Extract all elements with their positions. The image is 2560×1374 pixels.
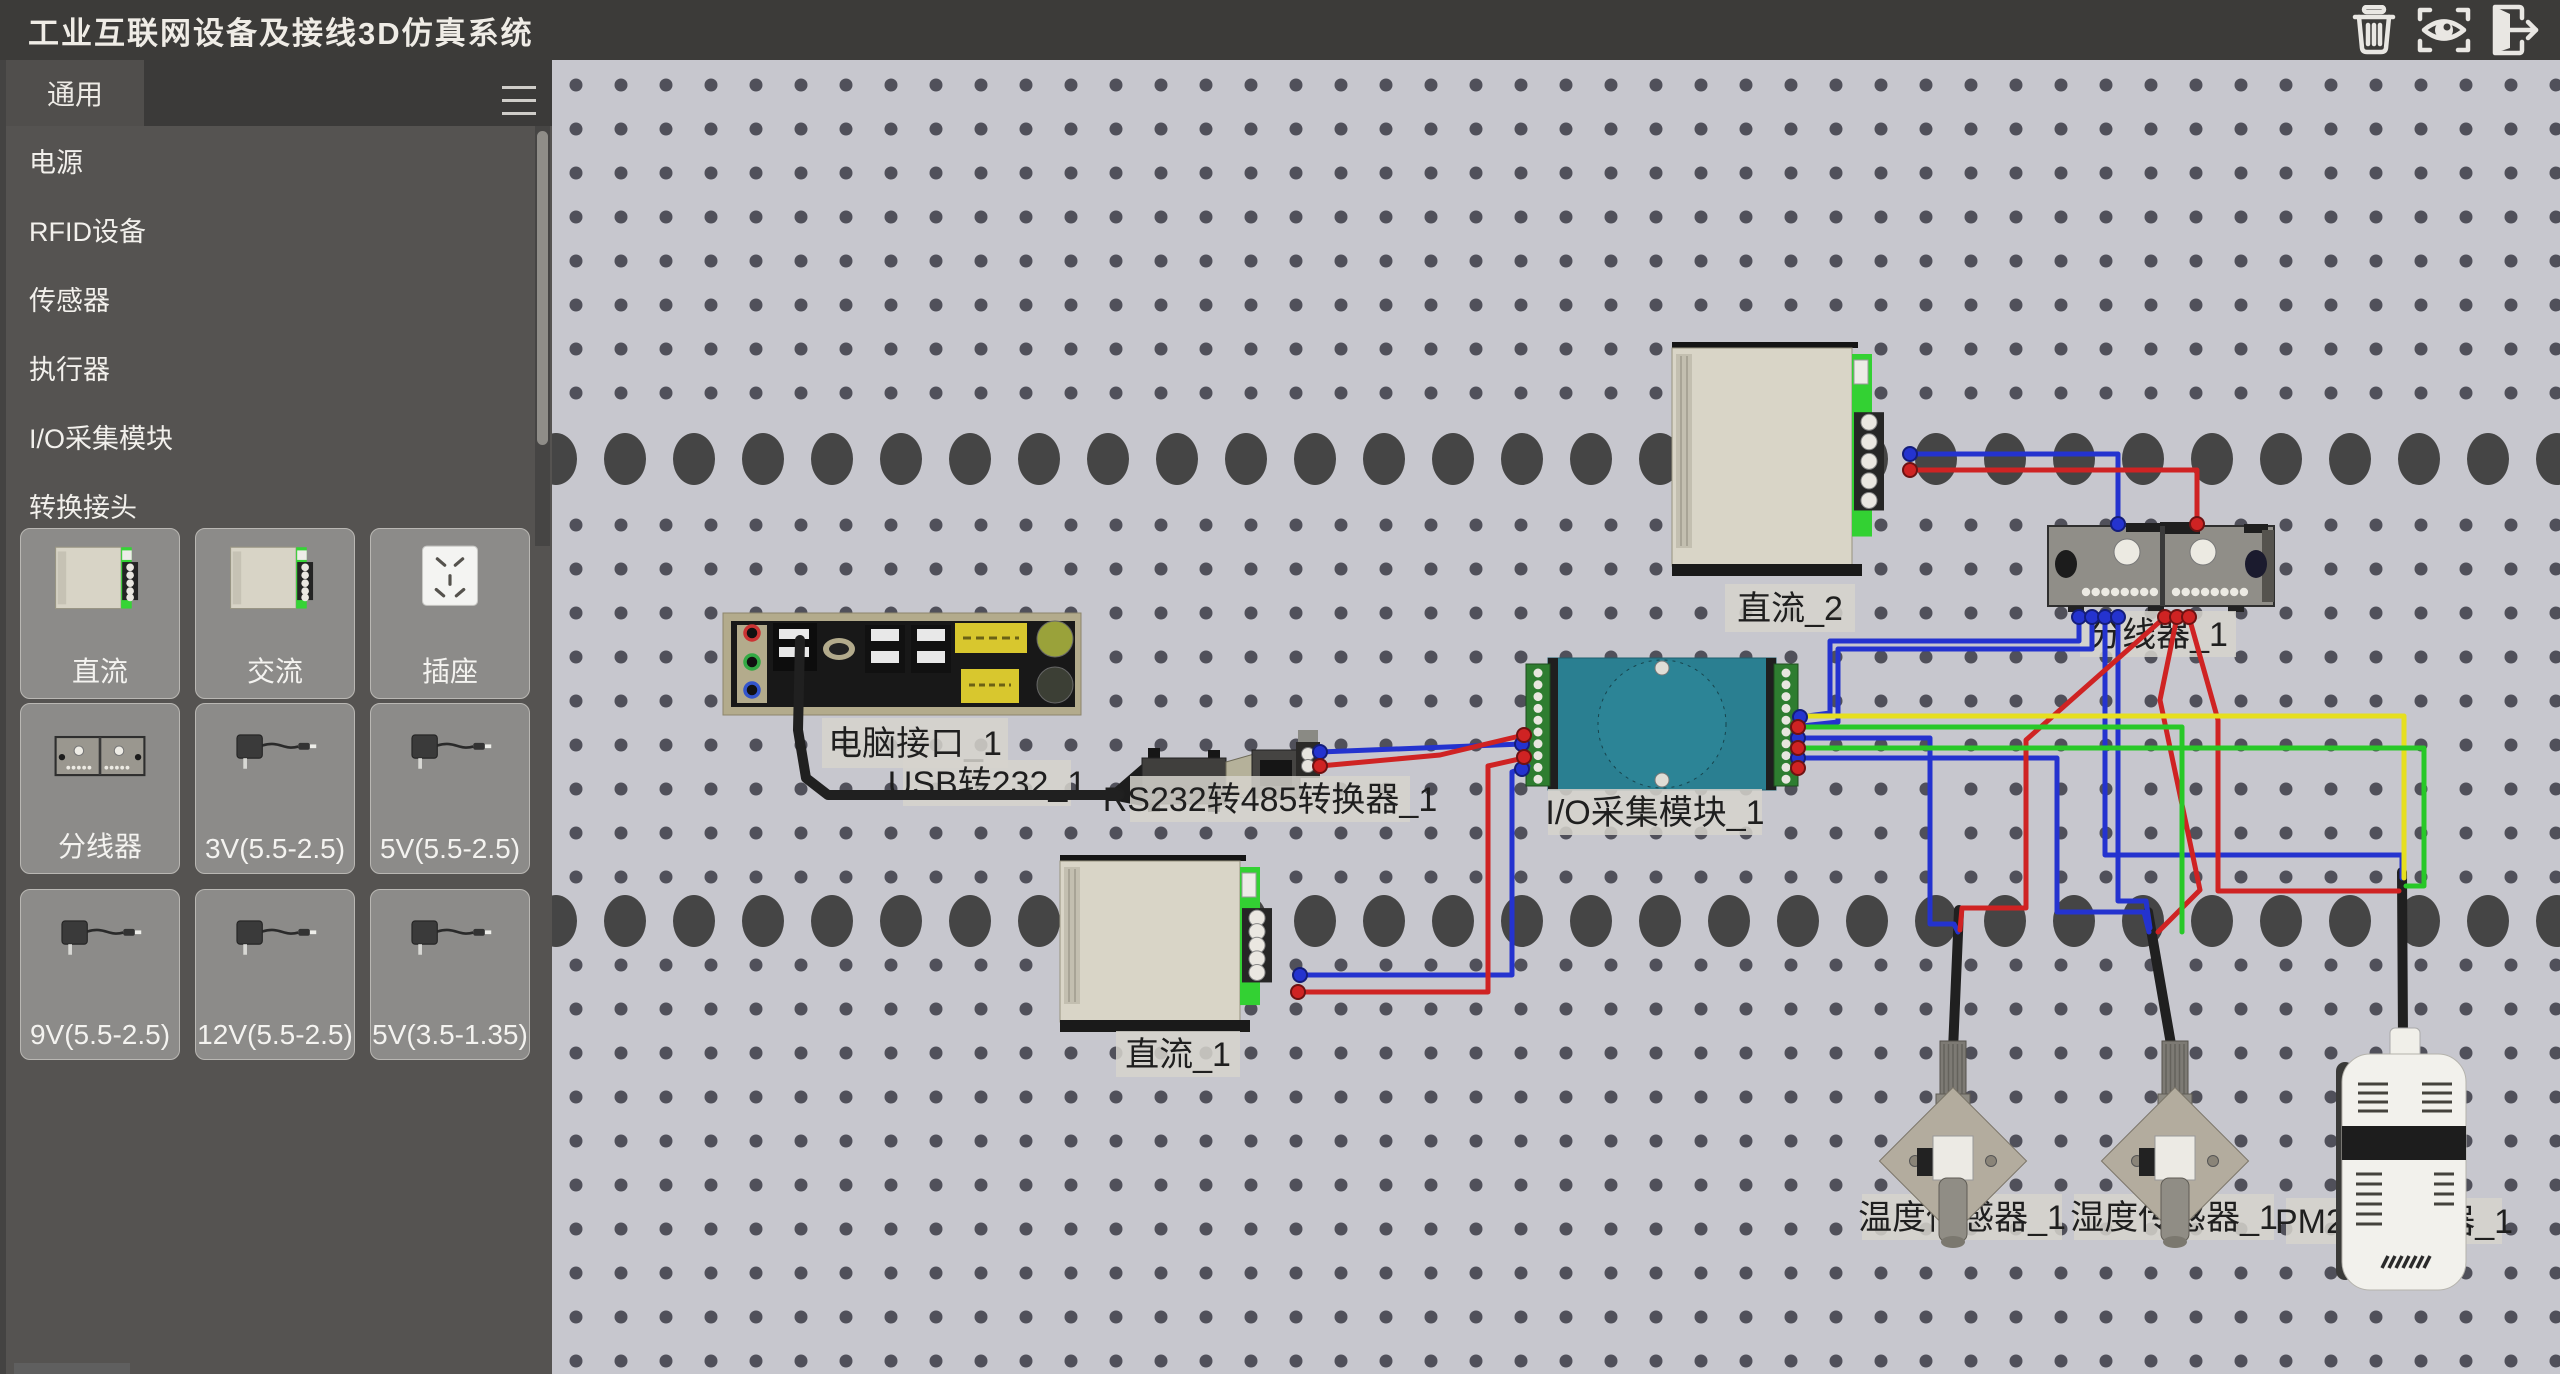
adapter-thumb-icon <box>45 904 155 983</box>
device-dc-psu-2[interactable] <box>1672 342 1884 576</box>
sidebar: 通用 电源RFID设备传感器执行器I/O采集模块转换接头 直流交流插座分线器3V… <box>0 60 552 1374</box>
palette-card-label: 5V(3.5-1.35) <box>371 1019 529 1051</box>
connector-dot-red <box>1791 741 1805 755</box>
connector-dot-blue <box>2098 610 2112 624</box>
device-label-text: 电脑接口_1 <box>828 725 1002 763</box>
palette-card-adapter-8[interactable]: 5V(3.5-1.35) <box>370 889 530 1060</box>
connector-dot-red <box>2182 610 2196 624</box>
connector-dot-red <box>1791 720 1805 734</box>
device-label-text: 直流_2 <box>1737 590 1843 628</box>
connector-dot-blue <box>1293 968 1307 982</box>
adapter-thumb-icon <box>220 904 330 983</box>
adapter-thumb-icon <box>395 718 505 797</box>
device-io-module-4[interactable] <box>1526 658 1798 790</box>
workspace-canvas[interactable]: 直流_2电脑接口_1USB转232_1RS232转485转换器_1I/O采集模块… <box>552 60 2560 1374</box>
wire-red-14[interactable] <box>2189 617 2399 891</box>
cable-3[interactable] <box>2402 872 2403 1040</box>
device-pc-panel-0[interactable] <box>723 613 1081 715</box>
palette-card-adapter-6[interactable]: 9V(5.5-2.5) <box>20 889 180 1060</box>
palette-card-label: 交流 <box>196 650 354 690</box>
connector-dot-red <box>1791 761 1805 775</box>
device-label-text: I/O采集模块_1 <box>1545 794 1764 832</box>
palette-card-label: 直流 <box>21 650 179 690</box>
connector-dot-red <box>2190 517 2204 531</box>
app-window: 工业互联网设备及接线3D仿真系统 <box>0 0 2560 1374</box>
palette-card-label: 9V(5.5-2.5) <box>21 1019 179 1051</box>
palette-card-splitter-3[interactable]: 分线器 <box>20 703 180 874</box>
wire-blue-6[interactable] <box>2118 617 2150 928</box>
device-splitter-5[interactable] <box>2048 522 2274 612</box>
psu-thumb-icon <box>45 543 155 622</box>
palette-card-psu-0[interactable]: 直流 <box>20 528 180 699</box>
adapter-thumb-icon <box>395 904 505 983</box>
device-palette: 直流交流插座分线器 3V(5.5-2.5) 5V(5.5-2.5) 9V(5.5-2.… <box>6 60 552 1374</box>
toolbar-icons <box>2346 0 2542 60</box>
connector-dot-blue <box>2085 610 2099 624</box>
view-icon[interactable] <box>2416 5 2472 55</box>
splitter-thumb-icon <box>45 718 155 797</box>
palette-card-psu-1[interactable]: 交流 <box>195 528 355 699</box>
wire-red-13[interactable] <box>2158 617 2200 932</box>
device-label-text: RS232转485转换器_1 <box>1103 781 1438 819</box>
top-bar: 工业互联网设备及接线3D仿真系统 <box>0 0 2560 60</box>
connector-dot-red <box>1313 759 1327 773</box>
socket-thumb-icon <box>395 543 505 622</box>
connector-dot-red <box>1291 985 1305 999</box>
wire-blue-4[interactable] <box>1802 617 2092 726</box>
connector-dot-blue <box>1903 447 1917 461</box>
delete-icon[interactable] <box>2346 5 2402 55</box>
connector-dot-red <box>1903 463 1917 477</box>
device-dc-psu-3[interactable] <box>1060 855 1272 1032</box>
connector-dot-red <box>1517 750 1531 764</box>
connector-dot-blue <box>2072 610 2086 624</box>
palette-card-adapter-5[interactable]: 5V(5.5-2.5) <box>370 703 530 874</box>
palette-card-socket-2[interactable]: 插座 <box>370 528 530 699</box>
adapter-thumb-icon <box>220 718 330 797</box>
connector-dot-red <box>1517 728 1531 742</box>
device-label-text: 直流_1 <box>1125 1036 1231 1074</box>
palette-card-label: 5V(5.5-2.5) <box>371 833 529 865</box>
palette-card-label: 分线器 <box>21 825 179 865</box>
palette-card-label: 3V(5.5-2.5) <box>196 833 354 865</box>
connector-dot-blue <box>2111 610 2125 624</box>
palette-card-adapter-4[interactable]: 3V(5.5-2.5) <box>195 703 355 874</box>
psu-thumb-icon <box>220 543 330 622</box>
connector-dot-blue <box>2111 517 2125 531</box>
exit-icon[interactable] <box>2486 5 2542 55</box>
palette-card-label: 12V(5.5-2.5) <box>196 1019 354 1051</box>
device-pm25-sensor-8[interactable] <box>2336 1028 2466 1290</box>
palette-card-label: 插座 <box>371 650 529 690</box>
footer-strip <box>14 1363 130 1374</box>
device-label-0: 直流_2 <box>1725 584 1855 632</box>
connector-dot-blue <box>1313 745 1327 759</box>
wire-green-17[interactable] <box>1798 748 2424 886</box>
app-title: 工业互联网设备及接线3D仿真系统 <box>28 8 534 53</box>
palette-card-adapter-7[interactable]: 12V(5.5-2.5) <box>195 889 355 1060</box>
device-label-4: I/O采集模块_1 <box>1545 789 1764 835</box>
device-label-5: 直流_1 <box>1116 1031 1240 1077</box>
device-label-3: RS232转485转换器_1 <box>1103 776 1438 822</box>
